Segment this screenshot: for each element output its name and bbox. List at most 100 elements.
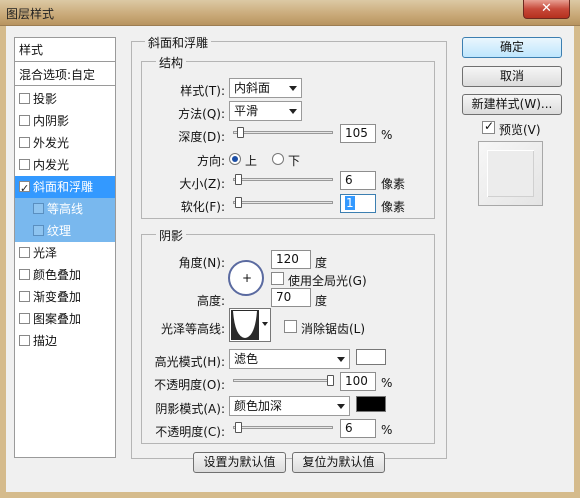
style-item-inner-glow[interactable]: 内发光 — [15, 154, 115, 176]
highlight-opacity-input[interactable]: 100 — [340, 372, 376, 391]
preview-checkbox[interactable] — [482, 119, 495, 134]
angle-input[interactable]: 120 — [271, 250, 311, 269]
texture-checkbox[interactable] — [33, 225, 44, 236]
gloss-contour-label: 光泽等高线: — [160, 322, 225, 336]
soften-label: 软化(F): — [180, 200, 225, 214]
style-item-label: 光泽 — [33, 246, 58, 260]
style-item-gradient-overlay[interactable]: 渐变叠加 — [15, 286, 115, 308]
gradient-overlay-checkbox[interactable] — [19, 291, 30, 302]
style-item-label: 描边 — [33, 334, 58, 348]
antialias-label: 消除锯齿(L) — [301, 322, 366, 336]
style-item-color-overlay[interactable]: 颜色叠加 — [15, 264, 115, 286]
shading-title: 阴影 — [156, 227, 187, 244]
outer-glow-checkbox[interactable] — [19, 137, 30, 148]
drop-shadow-checkbox[interactable] — [19, 93, 30, 104]
title-bar: 图层样式 ✕ — [0, 0, 580, 26]
shadow-opacity-input[interactable]: 6 — [340, 419, 376, 438]
bevel-emboss-checkbox[interactable] — [19, 178, 30, 200]
gloss-contour-curve-icon — [231, 310, 259, 340]
new-style-button[interactable]: 新建样式(W)... — [462, 94, 562, 115]
antialias-checkbox[interactable] — [284, 320, 297, 333]
highlight-opacity-track[interactable] — [233, 379, 333, 382]
style-item-outer-glow[interactable]: 外发光 — [15, 132, 115, 154]
global-light-label: 使用全局光(G) — [288, 274, 367, 288]
soften-slider-track[interactable] — [233, 201, 333, 204]
shadow-opacity-unit: % — [381, 423, 393, 437]
stroke-checkbox[interactable] — [19, 335, 30, 346]
size-unit: 像素 — [381, 177, 406, 191]
style-item-label: 颜色叠加 — [33, 268, 82, 282]
style-item-label: 内发光 — [33, 158, 70, 172]
preview-label: 预览(V) — [499, 123, 541, 137]
blending-options-item[interactable]: 混合选项:自定 — [15, 64, 115, 86]
size-slider-track[interactable] — [233, 178, 333, 181]
angle-crosshair-icon: + — [242, 271, 253, 285]
highlight-color-swatch[interactable] — [356, 349, 386, 365]
highlight-opacity-unit: % — [381, 376, 393, 390]
gloss-contour-picker[interactable] — [229, 308, 271, 342]
window-title: 图层样式 — [6, 7, 55, 21]
reset-default-button[interactable]: 复位为默认值 — [292, 452, 385, 473]
depth-input[interactable]: 105 — [340, 124, 376, 143]
bevel-emboss-title: 斜面和浮雕 — [145, 34, 212, 51]
angle-dial[interactable]: + — [228, 260, 264, 296]
angle-label: 角度(N): — [178, 256, 225, 270]
close-button[interactable]: ✕ — [523, 0, 570, 19]
depth-slider-thumb[interactable] — [237, 127, 244, 138]
shadow-mode-label: 阴影模式(A): — [155, 402, 225, 416]
altitude-unit: 度 — [315, 294, 328, 308]
inner-shadow-checkbox[interactable] — [19, 115, 30, 126]
inner-glow-checkbox[interactable] — [19, 159, 30, 170]
gloss-contour-dropdown-icon — [262, 322, 268, 326]
style-item-label: 斜面和浮雕 — [33, 180, 94, 194]
shadow-opacity-thumb[interactable] — [235, 422, 242, 433]
style-list-header[interactable]: 样式 — [15, 38, 115, 62]
direction-label: 方向: — [196, 154, 225, 168]
shadow-opacity-track[interactable] — [233, 426, 333, 429]
depth-label: 深度(D): — [178, 130, 225, 144]
cancel-button[interactable]: 取消 — [462, 66, 562, 87]
style-item-label: 图案叠加 — [33, 312, 82, 326]
soften-input[interactable]: 1 — [340, 194, 376, 213]
contour-checkbox[interactable] — [33, 203, 44, 214]
color-overlay-checkbox[interactable] — [19, 269, 30, 280]
pattern-overlay-checkbox[interactable] — [19, 313, 30, 324]
ok-button[interactable]: 确定 — [462, 37, 562, 58]
direction-down-radio[interactable] — [272, 153, 284, 165]
altitude-label: 高度: — [196, 294, 225, 308]
style-item-drop-shadow[interactable]: 投影 — [15, 88, 115, 110]
size-input[interactable]: 6 — [340, 171, 376, 190]
style-item-label: 渐变叠加 — [33, 290, 82, 304]
highlight-opacity-label: 不透明度(O): — [154, 378, 225, 392]
technique-label: 方法(Q): — [178, 107, 225, 121]
style-item-contour[interactable]: 等高线 — [15, 198, 115, 220]
style-item-label: 纹理 — [47, 224, 72, 238]
depth-unit: % — [381, 128, 393, 142]
angle-unit: 度 — [315, 256, 328, 270]
style-list: 样式 混合选项:自定 投影 内阴影 外发光 内发光 斜面和浮雕 等高线 纹理 光… — [14, 37, 116, 458]
shadow-color-swatch[interactable] — [356, 396, 386, 412]
style-label: 样式(T): — [180, 84, 225, 98]
style-item-inner-shadow[interactable]: 内阴影 — [15, 110, 115, 132]
soften-slider-thumb[interactable] — [235, 197, 242, 208]
altitude-input[interactable]: 70 — [271, 288, 311, 307]
direction-up-radio[interactable] — [229, 153, 241, 165]
style-item-texture[interactable]: 纹理 — [15, 220, 115, 242]
satin-checkbox[interactable] — [19, 247, 30, 258]
style-item-bevel-emboss[interactable]: 斜面和浮雕 — [15, 176, 115, 200]
bevel-style-select[interactable]: 内斜面 — [229, 78, 302, 98]
style-item-pattern-overlay[interactable]: 图案叠加 — [15, 308, 115, 330]
highlight-mode-label: 高光模式(H): — [154, 355, 225, 369]
depth-slider-track[interactable] — [233, 131, 333, 134]
size-slider-thumb[interactable] — [235, 174, 242, 185]
shadow-mode-select[interactable]: 颜色加深 — [229, 396, 350, 416]
style-item-stroke[interactable]: 描边 — [15, 330, 115, 352]
technique-select[interactable]: 平滑 — [229, 101, 302, 121]
highlight-mode-select[interactable]: 滤色 — [229, 349, 350, 369]
soften-unit: 像素 — [381, 200, 406, 214]
style-item-satin[interactable]: 光泽 — [15, 242, 115, 264]
global-light-checkbox[interactable] — [271, 272, 284, 285]
direction-up-label: 上 — [245, 154, 258, 168]
highlight-opacity-thumb[interactable] — [327, 375, 334, 386]
set-default-button[interactable]: 设置为默认值 — [193, 452, 286, 473]
